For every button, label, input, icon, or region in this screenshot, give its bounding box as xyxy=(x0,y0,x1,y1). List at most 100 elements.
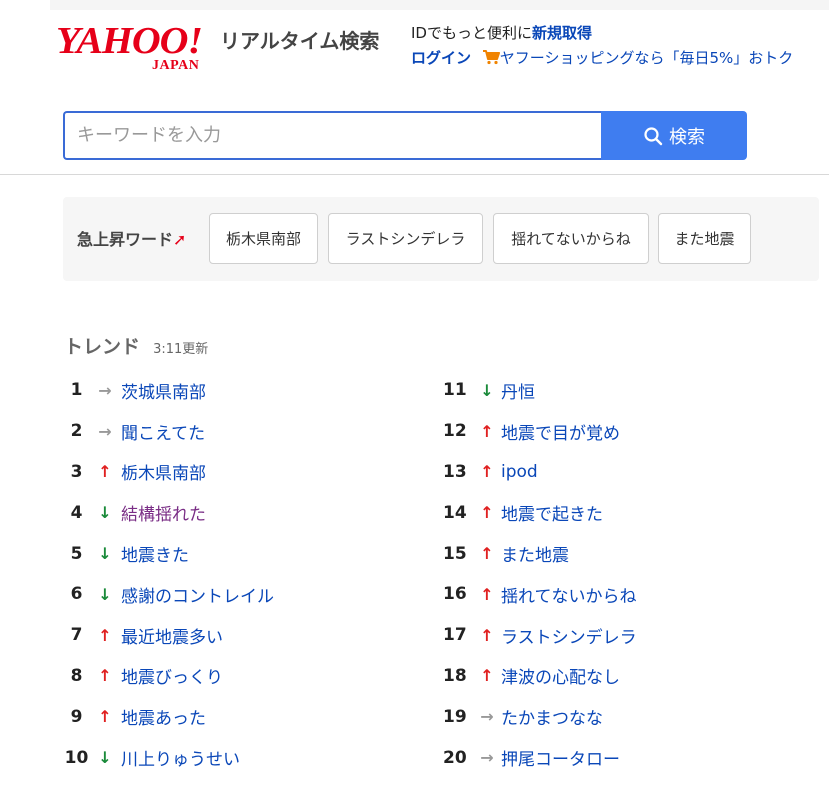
trend-item: 15 ↑ また地震 xyxy=(443,533,773,574)
trend-word-link[interactable]: 地震きた xyxy=(121,541,189,566)
shopping-promo-link[interactable]: ヤフーショッピングなら「毎日5%」おトク xyxy=(500,49,794,67)
rising-arrow-icon: ➚ xyxy=(173,230,187,249)
trend-rank: 1 xyxy=(70,380,83,401)
arrow-right-icon: → xyxy=(480,748,494,768)
trend-title: トレンド xyxy=(64,336,141,358)
rising-chip[interactable]: ラストシンデレラ xyxy=(328,213,483,264)
trend-word-link[interactable]: また地震 xyxy=(501,541,569,566)
trend-word-link[interactable]: 茨城県南部 xyxy=(121,378,206,403)
trend-rank: 14 xyxy=(443,502,467,523)
trend-updated-time: 3:11更新 xyxy=(153,342,209,357)
trend-word-link[interactable]: ラストシンデレラ xyxy=(501,623,637,648)
arrow-right-icon: → xyxy=(98,421,112,441)
header-links: IDでもっと便利に新規取得 ログイン ヤフーショッピングなら「毎日5%」おトク xyxy=(411,23,793,68)
arrow-up-icon: ↑ xyxy=(480,462,494,482)
logo-main-text: YAHOO! xyxy=(56,20,203,62)
trend-rank: 16 xyxy=(443,584,467,605)
trend-word-link[interactable]: 揺れてないからね xyxy=(501,582,637,607)
arrow-down-icon: ↓ xyxy=(98,748,112,768)
trend-word-link[interactable]: 聞こえてた xyxy=(121,419,205,444)
trend-rank: 18 xyxy=(443,665,467,686)
trend-item: 11 ↓ 丹恒 xyxy=(443,370,773,411)
trend-rank: 20 xyxy=(443,747,467,768)
trend-list-left: 1 → 茨城県南部 2 → 聞こえてた 3 ↑ 栃木県南部 4 ↓ 結構揺れた 5 ↓ 地震きた 6 ↓ 感謝のコ… xyxy=(64,370,394,778)
trend-item: 1 → 茨城県南部 xyxy=(64,370,394,411)
trend-rank: 19 xyxy=(443,706,467,727)
trend-rank: 2 xyxy=(70,421,83,442)
trend-rank: 8 xyxy=(70,665,83,686)
trend-word-link[interactable]: 押尾コータロー xyxy=(501,745,620,770)
arrow-up-icon: ↑ xyxy=(480,584,494,604)
register-link[interactable]: 新規取得 xyxy=(532,24,592,42)
trend-item: 18 ↑ 津波の心配なし xyxy=(443,656,773,697)
trend-header: トレンド 3:11更新 xyxy=(64,332,208,359)
rising-chip[interactable]: 栃木県南部 xyxy=(209,213,318,264)
arrow-up-icon: ↑ xyxy=(98,625,112,645)
arrow-up-icon: ↑ xyxy=(480,544,494,564)
trend-word-link[interactable]: ipod xyxy=(501,462,538,482)
trend-word-link[interactable]: 感謝のコントレイル xyxy=(121,582,274,607)
trend-word-link[interactable]: 地震で目が覚め xyxy=(501,419,620,444)
trend-rank: 5 xyxy=(70,543,83,564)
id-promo: IDでもっと便利に新規取得 xyxy=(411,23,793,43)
arrow-down-icon: ↓ xyxy=(98,584,112,604)
rising-words-box: 急上昇ワード➚ 栃木県南部 ラストシンデレラ 揺れてないからね また地震 xyxy=(63,197,819,281)
arrow-down-icon: ↓ xyxy=(98,503,112,523)
trend-item: 16 ↑ 揺れてないからね xyxy=(443,574,773,615)
trend-rank: 7 xyxy=(70,625,83,646)
trend-word-link[interactable]: 地震あった xyxy=(121,704,206,729)
trend-word-link[interactable]: 川上りゅうせい xyxy=(121,745,240,770)
trend-item: 2 → 聞こえてた xyxy=(64,411,394,452)
arrow-up-icon: ↑ xyxy=(98,707,112,727)
arrow-up-icon: ↑ xyxy=(480,625,494,645)
trend-word-link[interactable]: 結構揺れた xyxy=(121,500,206,525)
trend-word-link[interactable]: 地震びっくり xyxy=(121,663,223,688)
trend-word-link[interactable]: 栃木県南部 xyxy=(121,459,206,484)
trend-item: 14 ↑ 地震で起きた xyxy=(443,492,773,533)
trend-rank: 10 xyxy=(64,747,89,768)
trend-rank: 6 xyxy=(70,584,83,605)
trend-rank: 17 xyxy=(443,625,467,646)
trend-item: 4 ↓ 結構揺れた xyxy=(64,492,394,533)
trend-item: 12 ↑ 地震で目が覚め xyxy=(443,411,773,452)
top-strip xyxy=(50,0,829,10)
trend-rank: 11 xyxy=(443,380,467,401)
trend-word-link[interactable]: 津波の心配なし xyxy=(501,663,620,688)
search-input[interactable] xyxy=(63,111,603,160)
login-line: ログイン ヤフーショッピングなら「毎日5%」おトク xyxy=(411,48,793,68)
rising-words-label: 急上昇ワード➚ xyxy=(77,226,186,250)
trend-list-right: 11 ↓ 丹恒 12 ↑ 地震で目が覚め 13 ↑ ipod 14 ↑ 地震で起きた 15 ↑ また地震 16… xyxy=(443,370,773,778)
arrow-up-icon: ↑ xyxy=(98,462,112,482)
login-link[interactable]: ログイン xyxy=(411,49,471,67)
service-name: リアルタイム検索 xyxy=(220,29,380,53)
page-header: YAHOO! JAPAN リアルタイム検索 IDでもっと便利に新規取得 ログイン… xyxy=(0,10,829,90)
trend-item: 5 ↓ 地震きた xyxy=(64,533,394,574)
yahoo-japan-logo[interactable]: YAHOO! JAPAN xyxy=(56,22,216,78)
id-promo-text: IDでもっと便利に xyxy=(411,24,532,42)
arrow-up-icon: ↑ xyxy=(480,503,494,523)
trend-rank: 12 xyxy=(443,421,467,442)
search-button[interactable]: 検索 xyxy=(601,111,747,160)
trend-word-link[interactable]: 丹恒 xyxy=(501,378,535,403)
rising-chip[interactable]: 揺れてないからね xyxy=(493,213,649,264)
trend-item: 20 → 押尾コータロー xyxy=(443,737,773,778)
trend-word-link[interactable]: たかまつなな xyxy=(501,704,603,729)
search-icon xyxy=(644,126,663,145)
trend-word-link[interactable]: 最近地震多い xyxy=(121,623,223,648)
trend-rank: 3 xyxy=(70,461,83,482)
arrow-right-icon: → xyxy=(98,380,112,400)
arrow-up-icon: ↑ xyxy=(480,666,494,686)
arrow-down-icon: ↓ xyxy=(98,544,112,564)
arrow-right-icon: → xyxy=(480,707,494,727)
trend-rank: 9 xyxy=(70,706,83,727)
trend-word-link[interactable]: 地震で起きた xyxy=(501,500,603,525)
arrow-up-icon: ↑ xyxy=(98,666,112,686)
rising-words-title: 急上昇ワード xyxy=(77,230,174,249)
trend-item: 3 ↑ 栃木県南部 xyxy=(64,452,394,493)
rising-chip[interactable]: また地震 xyxy=(658,213,751,264)
trend-item: 8 ↑ 地震びっくり xyxy=(64,656,394,697)
cart-icon xyxy=(482,49,500,65)
trend-rank: 4 xyxy=(70,502,83,523)
trend-rank: 15 xyxy=(443,543,467,564)
trend-rank: 13 xyxy=(443,461,467,482)
